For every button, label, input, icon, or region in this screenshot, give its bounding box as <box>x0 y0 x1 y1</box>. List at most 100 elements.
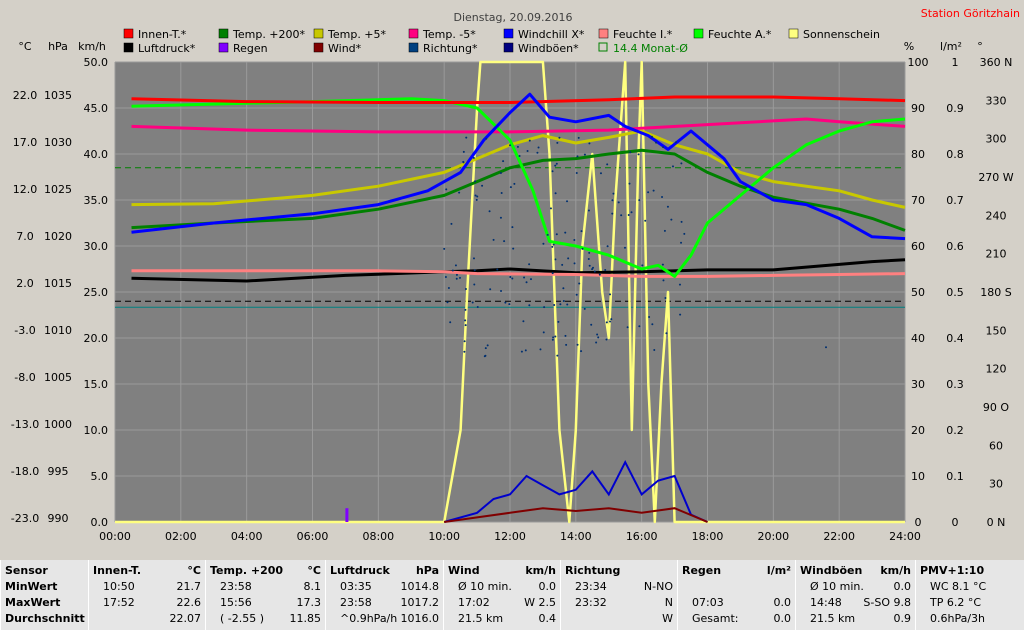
x-tick-label: 04:00 <box>231 530 263 543</box>
direction-dot <box>443 247 446 250</box>
stats-value: 0.0 <box>773 612 792 625</box>
stats-header: Wind km/h <box>448 563 556 579</box>
stats-label: Gesamt: <box>692 612 739 625</box>
direction-dot <box>476 305 479 308</box>
stats-label: 17:52 <box>103 596 135 609</box>
direction-dot <box>581 247 584 250</box>
direction-dot <box>583 307 586 310</box>
x-tick-label: 12:00 <box>494 530 526 543</box>
axis-label-direction: 300 <box>986 133 1007 146</box>
direction-dot <box>670 218 673 221</box>
direction-dot <box>662 146 665 149</box>
stats-label: Ø 10 min. <box>458 580 512 593</box>
direction-dot <box>559 303 562 306</box>
stats-row: MinWert <box>5 579 84 595</box>
stats-header: Windböen km/h <box>800 563 911 579</box>
axis-label-direction: 180 S <box>980 286 1011 299</box>
direction-dot <box>554 335 557 338</box>
axis-label-kmh: 20.0 <box>84 332 109 345</box>
weather-chart: Dienstag, 20.09.2016 Station Göritzhain … <box>0 0 1024 555</box>
direction-dot <box>513 182 516 185</box>
direction-dot <box>543 306 546 309</box>
direction-dot <box>604 268 607 271</box>
stats-label: 23:58 <box>220 580 252 593</box>
axis-label-lm2: 0.9 <box>946 102 964 115</box>
stats-header: PMV+1:10 <box>920 563 1020 579</box>
direction-dot <box>552 243 555 246</box>
stats-unit: km/h <box>525 564 556 577</box>
direction-dot <box>555 233 558 236</box>
direction-dot <box>620 214 623 217</box>
direction-dot <box>599 172 602 175</box>
legend-swatch <box>218 28 229 39</box>
axis-label-direction: 210 <box>986 248 1007 261</box>
legend-label: Feuchte I.* <box>613 28 673 41</box>
direction-dot <box>611 212 614 215</box>
stats-row <box>682 579 791 595</box>
direction-dot <box>683 232 686 235</box>
stats-row: 23:58 1017.2 <box>330 595 439 611</box>
legend-swatch <box>788 28 799 39</box>
direction-dot <box>562 300 565 303</box>
direction-dot <box>485 137 488 140</box>
direction-dot <box>577 136 580 139</box>
direction-dot <box>464 324 467 327</box>
direction-dot <box>661 263 664 266</box>
direction-dot <box>499 216 502 219</box>
axis-label-kmh: 10.0 <box>84 424 109 437</box>
axis-label-hpa: 990 <box>48 512 69 525</box>
stats-row: 15:56 17.3 <box>210 595 321 611</box>
stats-header: Regen l/m² <box>682 563 791 579</box>
direction-dot <box>525 281 528 284</box>
legend-label: Regen <box>233 42 268 55</box>
legend-swatch <box>313 42 324 53</box>
direction-dot <box>520 350 523 353</box>
axis-label-celsius: 17.0 <box>13 136 38 149</box>
legend-swatch <box>598 28 609 39</box>
stats-label: 03:35 <box>340 580 372 593</box>
direction-dot <box>575 171 578 174</box>
axis-label-hpa: 1010 <box>44 324 72 337</box>
x-tick-label: 22:00 <box>823 530 855 543</box>
direction-dot <box>598 273 601 276</box>
direction-dot <box>447 286 450 289</box>
stats-label: Ø 10 min. <box>810 580 864 593</box>
axis-label-hpa: 1015 <box>44 277 72 290</box>
stats-label: ^0.9hPa/h <box>340 612 398 625</box>
direction-dot <box>492 238 495 241</box>
x-tick-label: 24:00 <box>889 530 921 543</box>
stats-label: WC 8.1 °C <box>930 580 987 593</box>
stats-label: TP 6.2 °C <box>930 596 982 609</box>
chart-title: Dienstag, 20.09.2016 <box>453 11 572 24</box>
direction-dot <box>539 348 542 351</box>
axis-label-hpa: 1000 <box>44 418 72 431</box>
stats-label: 0.6hPa/3h <box>930 612 986 625</box>
stats-row: 07:03 0.0 <box>682 595 791 611</box>
axis-label-lm2: 0.2 <box>946 424 964 437</box>
stats-label: 17:02 <box>458 596 490 609</box>
direction-dot <box>587 258 590 261</box>
stats-row: 14:48 S-SO 9.8 <box>800 595 911 611</box>
axis-label-celsius: -23.0 <box>11 512 39 525</box>
direction-dot <box>472 257 475 260</box>
direction-dot <box>444 275 447 278</box>
direction-dot <box>524 349 527 352</box>
axis-label-lm2: 0.8 <box>946 148 964 161</box>
direction-dot <box>606 163 609 166</box>
stats-value: 1017.2 <box>400 596 440 609</box>
direction-dot <box>464 319 467 322</box>
direction-dot <box>474 180 477 183</box>
stats-unit: km/h <box>880 564 911 577</box>
stats-value: 0.0 <box>773 596 792 609</box>
stats-label: 15:56 <box>220 596 252 609</box>
stats-value: 1014.8 <box>400 580 440 593</box>
direction-dot <box>454 264 457 267</box>
direction-dot <box>542 331 545 334</box>
direction-dot <box>551 170 554 173</box>
direction-dot <box>566 303 569 306</box>
stats-value: N-NO <box>643 580 673 593</box>
direction-dot <box>596 333 599 336</box>
direction-dot <box>580 350 583 353</box>
stats-row: 10:50 21.7 <box>93 579 201 595</box>
stats-header: Richtung <box>565 563 673 579</box>
